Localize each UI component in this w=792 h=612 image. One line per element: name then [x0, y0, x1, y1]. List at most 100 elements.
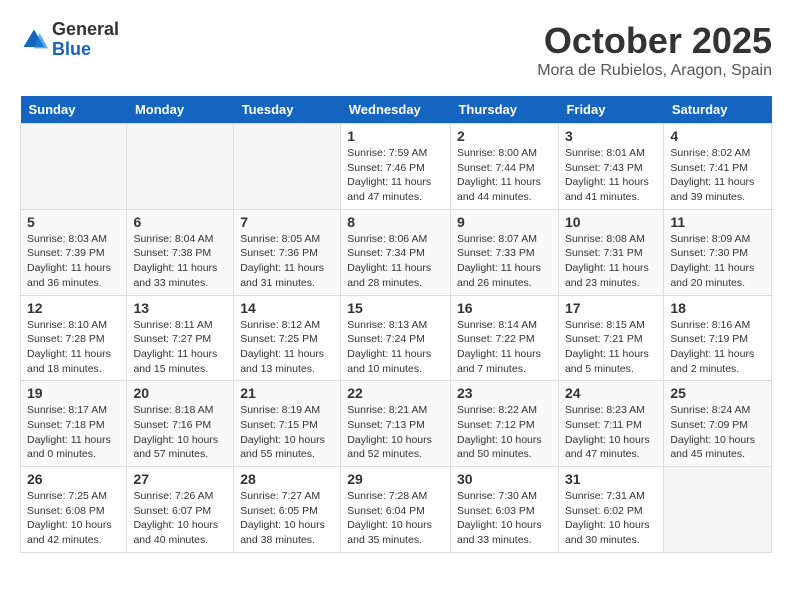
- calendar-cell: 5Sunrise: 8:03 AM Sunset: 7:39 PM Daylig…: [21, 209, 127, 295]
- day-number: 29: [347, 471, 444, 487]
- day-number: 9: [457, 214, 552, 230]
- calendar-cell: 19 Sunrise: 8:17 AM Sunset: 7:18 PM Dayli…: [21, 381, 127, 467]
- day-number: 10: [565, 214, 657, 230]
- calendar-cell: 21 Sunrise: 8:19 AM Sunset: 7:15 PM Dayli…: [234, 381, 341, 467]
- day-number: 25: [670, 385, 765, 401]
- day-number: 5: [27, 214, 120, 230]
- day-info: Sunrise: 8:05 AM Sunset: 7:36 PM Dayligh…: [240, 232, 334, 291]
- day-number: 14: [240, 300, 334, 316]
- day-info: Sunrise: 8:07 AM Sunset: 7:33 PM Dayligh…: [457, 232, 552, 291]
- day-number: 30: [457, 471, 552, 487]
- calendar-cell: 12 Sunrise: 8:10 AM Sunset: 7:28 PM Dayli…: [21, 295, 127, 381]
- calendar-cell: 1 Sunrise: 7:59 AM Sunset: 7:46 PM Daylig…: [341, 124, 451, 210]
- calendar-cell: 2 Sunrise: 8:00 AM Sunset: 7:44 PM Daylig…: [450, 124, 558, 210]
- calendar-cell: 25Sunrise: 8:24 AM Sunset: 7:09 PM Dayli…: [664, 381, 772, 467]
- day-info: Sunrise: 8:09 AM Sunset: 7:30 PM Dayligh…: [670, 232, 765, 291]
- day-number: 26: [27, 471, 120, 487]
- calendar-cell: 11 Sunrise: 8:09 AM Sunset: 7:30 PM Dayli…: [664, 209, 772, 295]
- day-number: 1: [347, 128, 444, 144]
- day-info: Sunrise: 8:14 AM Sunset: 7:22 PM Dayligh…: [457, 318, 552, 377]
- day-number: 18: [670, 300, 765, 316]
- day-info: Sunrise: 8:04 AM Sunset: 7:38 PM Dayligh…: [133, 232, 227, 291]
- day-info: Sunrise: 7:31 AM Sunset: 6:02 PM Dayligh…: [565, 489, 657, 548]
- day-number: 8: [347, 214, 444, 230]
- logo-text: General Blue: [52, 20, 119, 60]
- day-info: Sunrise: 8:10 AM Sunset: 7:28 PM Dayligh…: [27, 318, 120, 377]
- calendar-cell: 15 Sunrise: 8:13 AM Sunset: 7:24 PM Dayli…: [341, 295, 451, 381]
- day-info: Sunrise: 8:06 AM Sunset: 7:34 PM Dayligh…: [347, 232, 444, 291]
- calendar-cell: [234, 124, 341, 210]
- day-info: Sunrise: 8:16 AM Sunset: 7:19 PM Dayligh…: [670, 318, 765, 377]
- calendar-week-1: 1 Sunrise: 7:59 AM Sunset: 7:46 PM Daylig…: [21, 124, 772, 210]
- day-info: Sunrise: 8:18 AM Sunset: 7:16 PM Dayligh…: [133, 403, 227, 462]
- day-info: Sunrise: 7:30 AM Sunset: 6:03 PM Dayligh…: [457, 489, 552, 548]
- location: Mora de Rubielos, Aragon, Spain: [537, 62, 772, 80]
- day-number: 12: [27, 300, 120, 316]
- calendar-cell: [21, 124, 127, 210]
- day-info: Sunrise: 8:12 AM Sunset: 7:25 PM Dayligh…: [240, 318, 334, 377]
- calendar-cell: 14 Sunrise: 8:12 AM Sunset: 7:25 PM Dayli…: [234, 295, 341, 381]
- calendar-cell: 28Sunrise: 7:27 AM Sunset: 6:05 PM Dayli…: [234, 467, 341, 553]
- calendar-cell: 17Sunrise: 8:15 AM Sunset: 7:21 PM Dayli…: [558, 295, 663, 381]
- calendar-cell: 9 Sunrise: 8:07 AM Sunset: 7:33 PM Daylig…: [450, 209, 558, 295]
- day-number: 11: [670, 214, 765, 230]
- day-number: 23: [457, 385, 552, 401]
- day-info: Sunrise: 8:01 AM Sunset: 7:43 PM Dayligh…: [565, 146, 657, 205]
- calendar-cell: 3 Sunrise: 8:01 AM Sunset: 7:43 PM Daylig…: [558, 124, 663, 210]
- day-info: Sunrise: 8:22 AM Sunset: 7:12 PM Dayligh…: [457, 403, 552, 462]
- day-number: 3: [565, 128, 657, 144]
- title-area: October 2025 Mora de Rubielos, Aragon, S…: [537, 20, 772, 80]
- day-number: 19: [27, 385, 120, 401]
- day-info: Sunrise: 8:02 AM Sunset: 7:41 PM Dayligh…: [670, 146, 765, 205]
- day-info: Sunrise: 7:59 AM Sunset: 7:46 PM Dayligh…: [347, 146, 444, 205]
- day-info: Sunrise: 8:19 AM Sunset: 7:15 PM Dayligh…: [240, 403, 334, 462]
- calendar-cell: 29Sunrise: 7:28 AM Sunset: 6:04 PM Dayli…: [341, 467, 451, 553]
- day-number: 2: [457, 128, 552, 144]
- calendar-cell: 24 Sunrise: 8:23 AM Sunset: 7:11 PM Dayli…: [558, 381, 663, 467]
- calendar-header-row: SundayMondayTuesdayWednesdayThursdayFrid…: [21, 96, 772, 124]
- month-title: October 2025: [537, 20, 772, 62]
- day-number: 7: [240, 214, 334, 230]
- calendar-cell: 20Sunrise: 8:18 AM Sunset: 7:16 PM Dayli…: [127, 381, 234, 467]
- day-info: Sunrise: 8:17 AM Sunset: 7:18 PM Dayligh…: [27, 403, 120, 462]
- day-number: 4: [670, 128, 765, 144]
- calendar-cell: 23 Sunrise: 8:22 AM Sunset: 7:12 PM Dayli…: [450, 381, 558, 467]
- logo-blue: Blue: [52, 40, 119, 60]
- calendar-cell: 27Sunrise: 7:26 AM Sunset: 6:07 PM Dayli…: [127, 467, 234, 553]
- column-header-friday: Friday: [558, 96, 663, 124]
- calendar-cell: 31 Sunrise: 7:31 AM Sunset: 6:02 PM Dayli…: [558, 467, 663, 553]
- day-number: 15: [347, 300, 444, 316]
- day-number: 24: [565, 385, 657, 401]
- calendar-cell: 22 Sunrise: 8:21 AM Sunset: 7:13 PM Dayli…: [341, 381, 451, 467]
- calendar-cell: [127, 124, 234, 210]
- day-info: Sunrise: 8:15 AM Sunset: 7:21 PM Dayligh…: [565, 318, 657, 377]
- calendar-cell: 13Sunrise: 8:11 AM Sunset: 7:27 PM Dayli…: [127, 295, 234, 381]
- calendar-cell: [664, 467, 772, 553]
- column-header-saturday: Saturday: [664, 96, 772, 124]
- day-number: 31: [565, 471, 657, 487]
- column-header-wednesday: Wednesday: [341, 96, 451, 124]
- calendar-table: SundayMondayTuesdayWednesdayThursdayFrid…: [20, 96, 772, 553]
- calendar-week-5: 26 Sunrise: 7:25 AM Sunset: 6:08 PM Dayli…: [21, 467, 772, 553]
- calendar-week-2: 5Sunrise: 8:03 AM Sunset: 7:39 PM Daylig…: [21, 209, 772, 295]
- day-number: 22: [347, 385, 444, 401]
- calendar-cell: 6 Sunrise: 8:04 AM Sunset: 7:38 PM Daylig…: [127, 209, 234, 295]
- day-info: Sunrise: 8:21 AM Sunset: 7:13 PM Dayligh…: [347, 403, 444, 462]
- day-number: 6: [133, 214, 227, 230]
- calendar-week-3: 12 Sunrise: 8:10 AM Sunset: 7:28 PM Dayli…: [21, 295, 772, 381]
- day-info: Sunrise: 7:25 AM Sunset: 6:08 PM Dayligh…: [27, 489, 120, 548]
- calendar-cell: 18 Sunrise: 8:16 AM Sunset: 7:19 PM Dayli…: [664, 295, 772, 381]
- day-info: Sunrise: 8:00 AM Sunset: 7:44 PM Dayligh…: [457, 146, 552, 205]
- day-info: Sunrise: 8:13 AM Sunset: 7:24 PM Dayligh…: [347, 318, 444, 377]
- calendar-cell: 4 Sunrise: 8:02 AM Sunset: 7:41 PM Daylig…: [664, 124, 772, 210]
- calendar-cell: 16 Sunrise: 8:14 AM Sunset: 7:22 PM Dayli…: [450, 295, 558, 381]
- day-number: 21: [240, 385, 334, 401]
- day-number: 16: [457, 300, 552, 316]
- logo: General Blue: [20, 20, 119, 60]
- column-header-thursday: Thursday: [450, 96, 558, 124]
- day-info: Sunrise: 8:23 AM Sunset: 7:11 PM Dayligh…: [565, 403, 657, 462]
- logo-general: General: [52, 20, 119, 40]
- calendar-cell: 30 Sunrise: 7:30 AM Sunset: 6:03 PM Dayli…: [450, 467, 558, 553]
- day-number: 28: [240, 471, 334, 487]
- calendar-week-4: 19 Sunrise: 8:17 AM Sunset: 7:18 PM Dayli…: [21, 381, 772, 467]
